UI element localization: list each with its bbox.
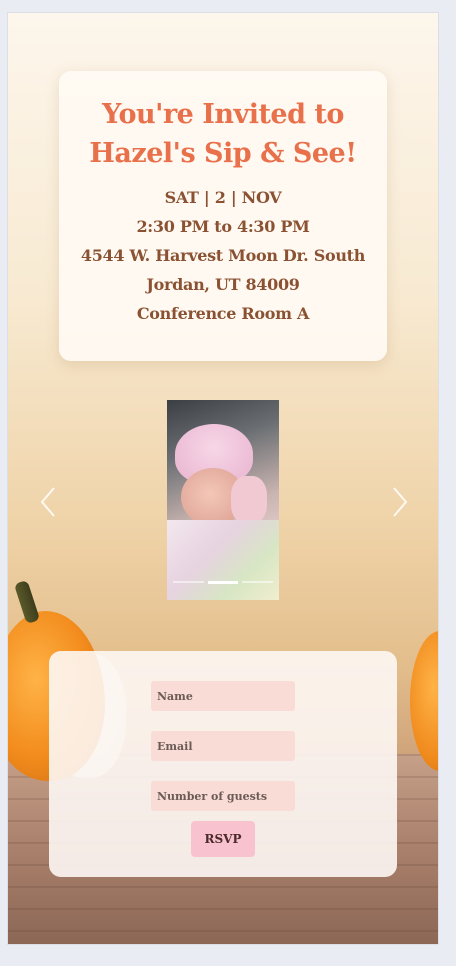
chevron-left-icon: [40, 487, 55, 517]
event-details: SAT | 2 | NOV 2:30 PM to 4:30 PM 4544 W.…: [59, 183, 387, 328]
guests-input[interactable]: [151, 781, 295, 811]
chevron-right-icon: [393, 487, 408, 517]
invitation-title: You're Invited to Hazel's Sip & See!: [59, 95, 387, 173]
event-address-line-1: 4544 W. Harvest Moon Dr. South: [80, 246, 366, 265]
event-address-line-2: Jordan, UT 84009: [146, 275, 300, 294]
carousel-indicators: [173, 581, 274, 584]
orange-pumpkin-decoration-right: [410, 631, 438, 771]
rsvp-form: RSVP: [49, 651, 397, 877]
title-line-1: You're Invited to: [102, 99, 344, 130]
baby-photo: [167, 400, 279, 600]
carousel-next-button[interactable]: [384, 482, 414, 522]
carousel-prev-button[interactable]: [34, 482, 64, 522]
carousel-indicator-2[interactable]: [207, 581, 239, 584]
invitation-page: You're Invited to Hazel's Sip & See! SAT…: [8, 13, 438, 944]
name-input[interactable]: [151, 681, 295, 711]
invitation-card: You're Invited to Hazel's Sip & See! SAT…: [59, 71, 387, 361]
event-date: SAT | 2 | NOV: [164, 188, 282, 207]
baby-blanket: [167, 520, 279, 600]
photo-carousel: [8, 400, 438, 602]
event-room: Conference Room A: [136, 304, 310, 323]
title-line-2: Hazel's Sip & See!: [89, 138, 357, 169]
event-time: 2:30 PM to 4:30 PM: [136, 217, 310, 236]
carousel-indicator-1[interactable]: [173, 581, 204, 583]
email-input[interactable]: [151, 731, 295, 761]
baby-hand: [231, 476, 267, 524]
rsvp-button[interactable]: RSVP: [191, 821, 255, 857]
carousel-indicator-3[interactable]: [242, 581, 274, 583]
